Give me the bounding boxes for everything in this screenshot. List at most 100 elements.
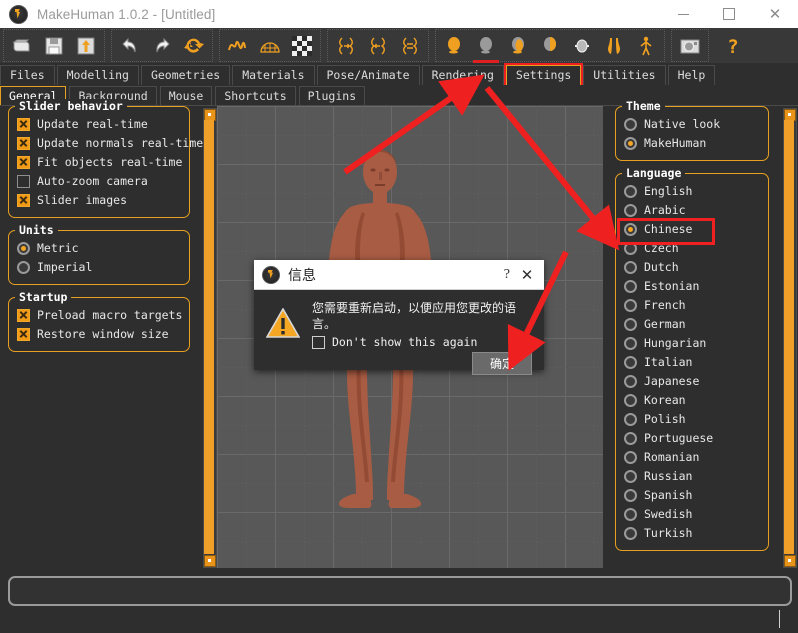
option-native-look[interactable]: Native look <box>624 115 762 133</box>
side-view-icon[interactable] <box>471 31 501 63</box>
dialog-close-button[interactable]: ✕ <box>510 266 544 284</box>
menu-tab-pose-animate[interactable]: Pose/Animate <box>316 65 420 85</box>
checkbox-icon <box>17 155 30 169</box>
option-russian[interactable]: Russian <box>624 467 762 485</box>
subtab-mouse[interactable]: Mouse <box>159 86 213 105</box>
load-icon[interactable] <box>7 31 37 61</box>
export-icon[interactable] <box>71 31 101 61</box>
close-icon: ✕ <box>768 5 782 23</box>
group-startup: Startup Preload macro targets Restore wind… <box>8 290 190 352</box>
wireframe-icon[interactable] <box>255 31 285 61</box>
option-label: MakeHuman <box>644 136 707 150</box>
option-chinese[interactable]: Chinese <box>617 218 762 245</box>
option-auto-zoom-camera[interactable]: Auto-zoom camera <box>17 172 183 190</box>
window-controls: ✕ <box>660 0 798 28</box>
toolbar-group-help: ? <box>715 30 751 61</box>
body-view-icon[interactable] <box>631 31 661 61</box>
radio-icon <box>624 184 637 198</box>
option-japanese[interactable]: Japanese <box>624 372 762 390</box>
option-label: Swedish <box>644 507 693 521</box>
option-swedish[interactable]: Swedish <box>624 505 762 523</box>
radio-icon <box>624 317 637 331</box>
radio-icon <box>624 374 637 388</box>
subtab-shortcuts[interactable]: Shortcuts <box>215 86 296 105</box>
save-icon[interactable] <box>39 31 69 61</box>
option-english[interactable]: English <box>624 182 762 200</box>
torso-view-icon[interactable] <box>599 31 629 61</box>
option-hungarian[interactable]: Hungarian <box>624 334 762 352</box>
option-fit-objects-real-time[interactable]: Fit objects real-time <box>17 153 183 171</box>
option-update-real-time[interactable]: Update real-time <box>17 115 183 133</box>
subtab-plugins[interactable]: Plugins <box>298 86 366 105</box>
menu-tab-materials[interactable]: Materials <box>232 65 315 85</box>
minimize-button[interactable] <box>660 0 706 28</box>
option-label: Spanish <box>644 488 693 502</box>
viewport-right-scrollbar[interactable] <box>783 108 797 568</box>
menu-tab-utilities[interactable]: Utilities <box>583 65 666 85</box>
menu-tab-modelling[interactable]: Modelling <box>56 65 139 85</box>
subdivide-icon[interactable] <box>287 31 317 61</box>
radio-icon <box>17 241 30 255</box>
makehuman-logo-icon <box>262 265 280 284</box>
option-romanian[interactable]: Romanian <box>624 448 762 466</box>
dialog-message: 您需要重新启动，以便应用您更改的语言。 <box>312 301 517 331</box>
option-arabic[interactable]: Arabic <box>624 201 762 219</box>
back-view-icon[interactable] <box>535 31 565 61</box>
option-french[interactable]: French <box>624 296 762 314</box>
option-german[interactable]: German <box>624 315 762 333</box>
close-button[interactable]: ✕ <box>752 0 798 28</box>
viewport-left-scrollbar[interactable] <box>203 108 217 568</box>
group-title: Startup <box>15 290 72 304</box>
dialog-title: 信息 <box>288 267 316 284</box>
help-icon[interactable]: ? <box>718 31 748 61</box>
option-portuguese[interactable]: Portuguese <box>624 429 762 447</box>
symmetry-icon[interactable] <box>395 31 425 61</box>
option-label: Update normals real-time <box>37 136 204 150</box>
menu-tab-files[interactable]: Files <box>0 65 55 85</box>
option-label: Estonian <box>644 279 700 293</box>
undo-icon[interactable] <box>115 31 145 61</box>
option-spanish[interactable]: Spanish <box>624 486 762 504</box>
radio-icon <box>624 260 637 274</box>
option-italian[interactable]: Italian <box>624 353 762 371</box>
option-label: Auto-zoom camera <box>37 174 148 188</box>
redo-icon[interactable] <box>147 31 177 61</box>
option-korean[interactable]: Korean <box>624 391 762 409</box>
group-slider-behavior: Slider behavior Update real-time Update no… <box>8 99 203 218</box>
option-polish[interactable]: Polish <box>624 410 762 428</box>
smooth-icon[interactable] <box>223 31 253 61</box>
option-label: Russian <box>644 469 693 483</box>
menu-tab-rendering[interactable]: Rendering <box>421 65 504 85</box>
grab-screen-icon[interactable] <box>675 31 705 61</box>
option-restore-window-size[interactable]: Restore window size <box>17 325 183 343</box>
menu-tab-help[interactable]: Help <box>667 65 716 85</box>
option-estonian[interactable]: Estonian <box>624 277 762 295</box>
radio-icon <box>624 279 637 293</box>
front-view-icon[interactable] <box>439 31 469 61</box>
dont-show-again-checkbox[interactable]: Don't show this again <box>312 335 534 349</box>
reset-mesh-icon[interactable] <box>179 31 209 61</box>
option-slider-images[interactable]: Slider images <box>17 191 183 209</box>
option-turkish[interactable]: Turkish <box>624 524 762 542</box>
option-metric[interactable]: Metric <box>17 239 183 257</box>
option-label: Slider images <box>37 193 128 207</box>
option-update-normals-real-time[interactable]: Update normals real-time <box>17 134 203 152</box>
option-makehuman[interactable]: MakeHuman <box>624 134 762 152</box>
main-menu-bar: Files Modelling Geometries Materials Pose/An… <box>0 63 798 87</box>
face-view-icon[interactable] <box>567 31 597 61</box>
window-title: MakeHuman 1.0.2 - [Untitled] <box>37 6 216 22</box>
option-czech[interactable]: Czech <box>624 239 762 257</box>
option-dutch[interactable]: Dutch <box>624 258 762 276</box>
menu-tab-geometries[interactable]: Geometries <box>140 65 231 85</box>
group-title: Language <box>622 166 686 180</box>
symmetry-left-icon[interactable] <box>363 31 393 61</box>
menu-tab-settings[interactable]: Settings <box>503 63 584 87</box>
dont-show-again-label: Don't show this again <box>332 335 478 349</box>
option-label: Chinese <box>644 222 693 236</box>
symmetry-right-icon[interactable] <box>331 31 361 61</box>
dialog-ok-button[interactable]: 确定 <box>472 352 532 375</box>
option-imperial[interactable]: Imperial <box>17 258 183 276</box>
option-preload-macro-targets[interactable]: Preload macro targets <box>17 306 183 324</box>
top-view-icon[interactable] <box>503 31 533 61</box>
maximize-button[interactable] <box>706 0 752 28</box>
